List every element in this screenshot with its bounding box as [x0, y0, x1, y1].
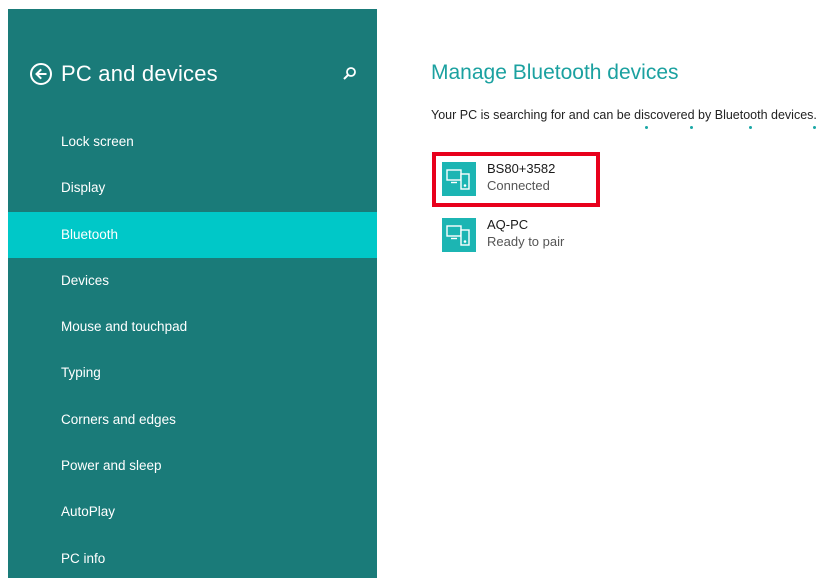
device-status: Ready to pair [487, 234, 565, 249]
search-status-text: Your PC is searching for and can be disc… [431, 108, 817, 122]
nav-item-corners-and-edges[interactable]: Corners and edges [8, 397, 377, 443]
sidebar-header: PC and devices [8, 61, 377, 101]
search-icon [343, 67, 356, 80]
main-content: Manage Bluetooth devices Your PC is sear… [377, 0, 834, 578]
nav-item-typing[interactable]: Typing [8, 350, 377, 396]
nav-item-autoplay[interactable]: AutoPlay [8, 489, 377, 535]
back-button[interactable] [30, 63, 52, 85]
sidebar: PC and devices Lock screen Display Bluet… [8, 9, 377, 578]
device-item-aq-pc[interactable]: AQ-PC Ready to pair [439, 217, 629, 258]
search-button[interactable] [342, 66, 358, 82]
nav-item-pc-info[interactable]: PC info [8, 536, 377, 582]
nav-item-power-and-sleep[interactable]: Power and sleep [8, 443, 377, 489]
nav-item-bluetooth[interactable]: Bluetooth [8, 211, 377, 258]
progress-dot [645, 126, 648, 129]
nav-list: Lock screen Display Bluetooth Devices Mo… [8, 119, 377, 582]
nav-item-devices[interactable]: Devices [8, 258, 377, 304]
device-name: AQ-PC [487, 217, 529, 232]
progress-dot [749, 126, 752, 129]
nav-item-display[interactable]: Display [8, 165, 377, 211]
pc-phone-icon [442, 218, 476, 252]
back-arrow-icon [35, 68, 47, 80]
nav-item-mouse-and-touchpad[interactable]: Mouse and touchpad [8, 304, 377, 350]
section-title: Manage Bluetooth devices [431, 61, 679, 84]
progress-dot [690, 126, 693, 129]
page-title: PC and devices [61, 61, 218, 86]
highlight-annotation [432, 152, 600, 207]
nav-item-lock-screen[interactable]: Lock screen [8, 119, 377, 165]
progress-dot [813, 126, 816, 129]
